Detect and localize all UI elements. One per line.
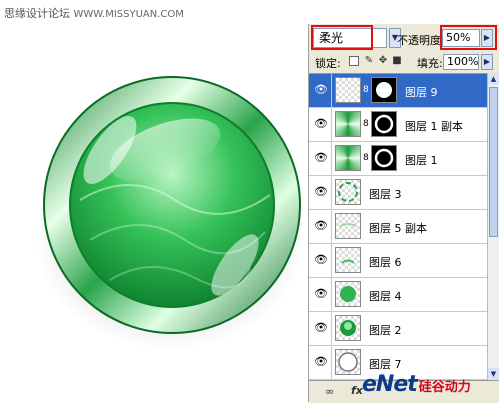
- layer-thumbnail: [335, 145, 361, 171]
- layer-thumbnail: [335, 247, 361, 273]
- layer-row[interactable]: 👁 图层 4: [309, 278, 487, 312]
- layer-thumbnail: [335, 213, 361, 239]
- link-layers-icon[interactable]: ∞: [325, 385, 334, 398]
- eye-icon[interactable]: 👁: [314, 220, 328, 232]
- layer-name: 图层 1 副本: [405, 120, 463, 133]
- logo-cn: 硅谷动力: [418, 380, 471, 395]
- layer-row[interactable]: 👁 8 图层 9: [309, 74, 487, 108]
- layer-row[interactable]: 👁 8 图层 1 副本: [309, 108, 487, 142]
- blend-mode-select[interactable]: 柔光: [313, 28, 387, 48]
- layers-panel: 柔光 ▼ 不透明度: 50% ▶ 锁定: ✎ ✥ ■ 填充: 100% ▶ 👁 …: [308, 24, 499, 403]
- opacity-label: 不透明度:: [397, 34, 445, 47]
- layers-scrollbar[interactable]: ▲ ▼: [487, 73, 499, 380]
- eye-icon[interactable]: 👁: [314, 254, 328, 266]
- layer-name: 图层 6: [369, 256, 402, 269]
- opacity-input[interactable]: 50%: [442, 29, 480, 47]
- layer-name: 图层 4: [369, 290, 402, 303]
- layer-name: 图层 1: [405, 154, 438, 167]
- layer-row[interactable]: 👁 图层 2: [309, 312, 487, 346]
- layer-row[interactable]: 👁 图层 3: [309, 176, 487, 210]
- layer-name: 图层 2: [369, 324, 402, 337]
- chain-icon[interactable]: 8: [363, 85, 369, 95]
- layer-mask-thumbnail[interactable]: [371, 111, 397, 137]
- layer-thumbnail: [335, 315, 361, 341]
- scroll-thumb[interactable]: [489, 87, 498, 237]
- layer-row[interactable]: 👁 图层 6: [309, 244, 487, 278]
- lock-fill-row: 锁定: ✎ ✥ ■ 填充: 100% ▶: [309, 52, 499, 72]
- layers-list: 👁 8 图层 9 👁 8 图层 1 副本 👁 8 图层 1 👁 图层 3 👁 图…: [309, 73, 487, 381]
- layer-mask-thumbnail[interactable]: [371, 145, 397, 171]
- blend-opacity-row: 柔光 ▼ 不透明度: 50% ▶: [309, 24, 499, 52]
- opacity-arrow-icon[interactable]: ▶: [481, 29, 493, 47]
- layer-name: 图层 9: [405, 86, 438, 99]
- layer-row[interactable]: 👁 图层 5 副本: [309, 210, 487, 244]
- layer-thumbnail: [335, 111, 361, 137]
- eye-icon[interactable]: 👁: [314, 118, 328, 130]
- scroll-down-icon[interactable]: ▼: [488, 368, 499, 380]
- chain-icon[interactable]: 8: [363, 153, 369, 163]
- fill-arrow-icon[interactable]: ▶: [481, 54, 493, 70]
- layer-thumbnail: [335, 179, 361, 205]
- eye-icon[interactable]: 👁: [314, 288, 328, 300]
- eye-icon[interactable]: 👁: [314, 84, 328, 96]
- layer-thumbnail: [335, 281, 361, 307]
- eye-icon[interactable]: 👁: [314, 356, 328, 368]
- layer-name: 图层 3: [369, 188, 402, 201]
- lock-position-icon[interactable]: ✥: [378, 56, 388, 66]
- lock-label: 锁定:: [315, 57, 341, 70]
- layer-mask-thumbnail[interactable]: [371, 77, 397, 103]
- eye-icon[interactable]: 👁: [314, 152, 328, 164]
- scroll-up-icon[interactable]: ▲: [488, 73, 499, 85]
- eye-icon[interactable]: 👁: [314, 186, 328, 198]
- lock-image-icon[interactable]: ✎: [364, 56, 374, 66]
- enet-logo: eNet 硅谷动力: [362, 372, 471, 397]
- lock-transparency-icon[interactable]: [349, 56, 359, 66]
- lock-all-icon[interactable]: ■: [392, 56, 402, 66]
- layer-name: 图层 5 副本: [369, 222, 427, 235]
- fill-label: 填充:: [417, 57, 443, 70]
- chain-icon[interactable]: 8: [363, 119, 369, 129]
- layer-name: 图层 7: [369, 358, 402, 371]
- logo-main: eNet: [362, 372, 418, 397]
- layer-thumbnail: [335, 77, 361, 103]
- layer-row[interactable]: 👁 8 图层 1: [309, 142, 487, 176]
- layer-thumbnail: [335, 349, 361, 375]
- fill-input[interactable]: 100%: [443, 54, 479, 70]
- canvas-artwork: [35, 76, 305, 350]
- eye-icon[interactable]: 👁: [314, 322, 328, 334]
